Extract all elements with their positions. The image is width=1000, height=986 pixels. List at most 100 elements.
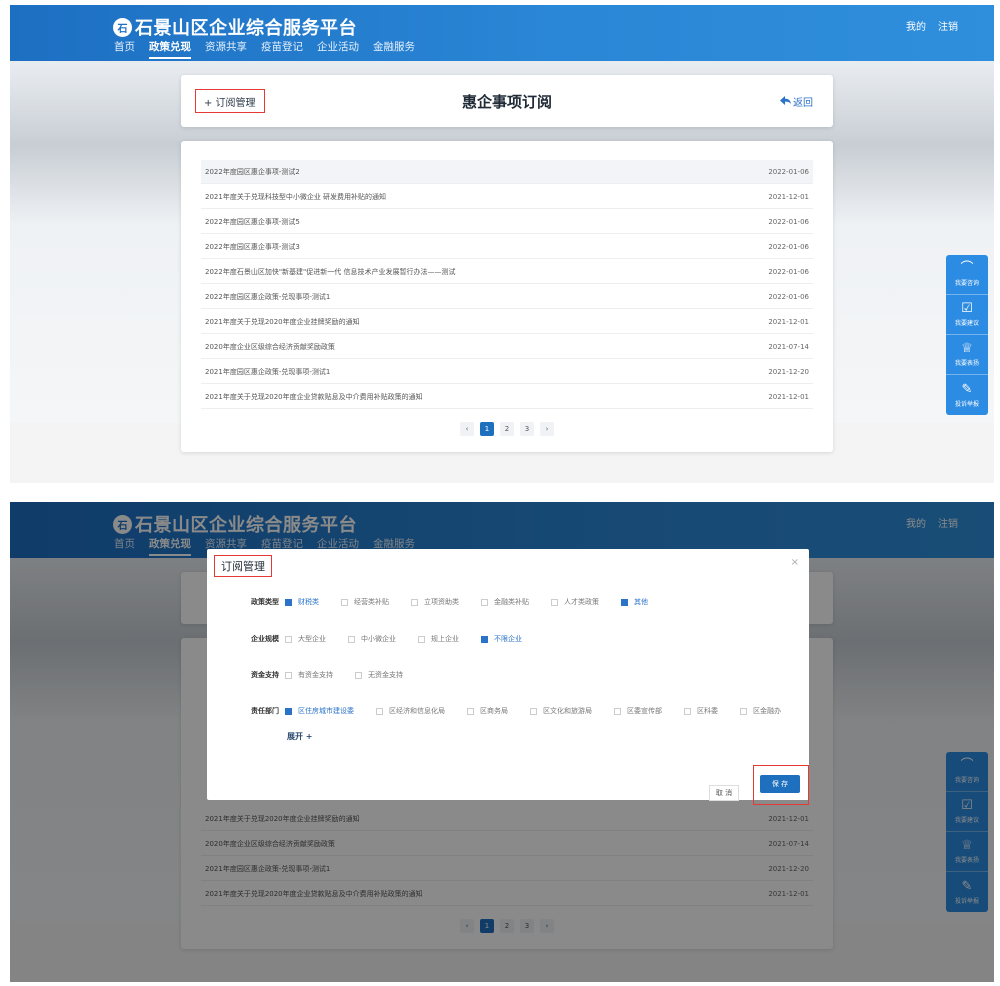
nav-vaccine[interactable]: 疫苗登记 bbox=[261, 39, 303, 59]
consult-button[interactable]: ⌒ 我要咨询 bbox=[946, 255, 988, 295]
list-item-title[interactable]: 2021年度园区惠企政策-兑现事项-测试1 bbox=[205, 367, 330, 377]
list-item[interactable]: 2021年度关于兑现2020年度企业贷款贴息及中介费用补贴政策的通知 2021-… bbox=[201, 385, 813, 409]
expand-departments-button[interactable]: 展开 + bbox=[287, 731, 313, 742]
checkbox-icon[interactable] bbox=[614, 707, 621, 715]
funding-option[interactable]: 有资金支持 bbox=[285, 670, 333, 680]
save-button[interactable]: 保 存 bbox=[760, 775, 800, 793]
list-item-title[interactable]: 2022年度园区惠企政策-兑现事项-测试1 bbox=[205, 292, 330, 302]
department-option[interactable]: 区住房城市建设委 bbox=[285, 706, 354, 716]
my-account-link[interactable]: 我的 bbox=[906, 18, 926, 33]
policy-type-option[interactable]: 立项资助类 bbox=[411, 597, 459, 607]
list-item[interactable]: 2022年度园区惠企事项-测试5 2022-01-06 bbox=[201, 210, 813, 234]
policy-type-option[interactable]: 人才类政策 bbox=[551, 597, 599, 607]
page-button-2[interactable]: 2 bbox=[500, 422, 514, 436]
enterprise-scale-option[interactable]: 规上企业 bbox=[418, 634, 459, 644]
list-item[interactable]: 2021年度关于兑现2020年度企业挂牌奖励的通知 2021-12-01 bbox=[201, 310, 813, 334]
suggest-button[interactable]: ☑ 我要建议 bbox=[946, 295, 988, 335]
enterprise-scale-option[interactable]: 中小微企业 bbox=[348, 634, 396, 644]
list-item-title[interactable]: 2022年度石景山区加快"新基建"促进新一代 信息技术产业发展暂行办法——测试 bbox=[205, 267, 455, 277]
enterprise-scale-option[interactable]: 大型企业 bbox=[285, 634, 326, 644]
page-button-1[interactable]: 1 bbox=[480, 422, 494, 436]
department-row: 责任部门 区住房城市建设委 区经济和信息化局 区商务局 区文化和旅游局 区委宣传… bbox=[251, 706, 781, 716]
policy-type-option[interactable]: 财税类 bbox=[285, 597, 319, 607]
enterprise-scale-option[interactable]: 不限企业 bbox=[481, 634, 522, 644]
nav-home[interactable]: 首页 bbox=[114, 39, 135, 59]
list-item-title[interactable]: 2021年度关于兑现2020年度企业挂牌奖励的通知 bbox=[205, 317, 360, 327]
list-item[interactable]: 2022年度石景山区加快"新基建"促进新一代 信息技术产业发展暂行办法——测试 … bbox=[201, 260, 813, 284]
checkbox-icon[interactable] bbox=[740, 707, 747, 715]
checkbox-icon[interactable] bbox=[376, 707, 383, 715]
department-option[interactable]: 区金融办 bbox=[740, 706, 781, 716]
list-item-date: 2022-01-06 bbox=[768, 267, 809, 276]
page-button-3[interactable]: 3 bbox=[520, 422, 534, 436]
nav-resources[interactable]: 资源共享 bbox=[205, 39, 247, 59]
logout-link[interactable]: 注销 bbox=[938, 18, 958, 33]
list-item[interactable]: 2022年度园区惠企事项-测试2 2022-01-06 bbox=[201, 160, 813, 184]
consult-label: 我要咨询 bbox=[954, 280, 979, 287]
option-label: 区委宣传部 bbox=[627, 707, 662, 715]
checkbox-icon[interactable] bbox=[285, 635, 292, 643]
list-item-title[interactable]: 2022年度园区惠企事项-测试5 bbox=[205, 217, 300, 227]
list-item-date: 2021-12-20 bbox=[768, 367, 809, 376]
department-option[interactable]: 区经济和信息化局 bbox=[376, 706, 445, 716]
screenshot-modal: 石 石景山区企业综合服务平台 首页 政策兑现 资源共享 疫苗登记 企业活动 金融… bbox=[10, 502, 994, 982]
nav-events[interactable]: 企业活动 bbox=[317, 39, 359, 59]
nav-policy[interactable]: 政策兑现 bbox=[149, 39, 191, 59]
option-label: 不限企业 bbox=[494, 635, 522, 643]
list-item-date: 2022-01-06 bbox=[768, 167, 809, 176]
checkbox-checked-icon[interactable] bbox=[481, 635, 488, 643]
option-label: 人才类政策 bbox=[564, 598, 599, 606]
checkbox-icon[interactable] bbox=[341, 598, 348, 606]
list-item[interactable]: 2022年度园区惠企政策-兑现事项-测试1 2022-01-06 bbox=[201, 285, 813, 309]
list-item[interactable]: 2021年度园区惠企政策-兑现事项-测试1 2021-12-20 bbox=[201, 360, 813, 384]
checkbox-icon[interactable] bbox=[530, 707, 537, 715]
close-icon[interactable]: × bbox=[791, 557, 799, 568]
checkbox-icon[interactable] bbox=[285, 671, 292, 679]
department-option[interactable]: 区文化和旅游局 bbox=[530, 706, 592, 716]
list-item[interactable]: 2020年度企业区级综合经济贡献奖励政策 2021-07-14 bbox=[201, 335, 813, 359]
department-option[interactable]: 区科委 bbox=[684, 706, 718, 716]
praise-button[interactable]: ♕ 我要表扬 bbox=[946, 335, 988, 375]
policy-type-option[interactable]: 金融类补贴 bbox=[481, 597, 529, 607]
checkbox-icon[interactable] bbox=[467, 707, 474, 715]
checkbox-checked-icon[interactable] bbox=[285, 598, 292, 606]
list-item[interactable]: 2021年度关于兑现科技型中小微企业 研发费用补贴的通知 2021-12-01 bbox=[201, 185, 813, 209]
list-item-title[interactable]: 2022年度园区惠企事项-测试2 bbox=[205, 167, 300, 177]
nav-finance[interactable]: 金融服务 bbox=[373, 39, 415, 59]
modal-title: 订阅管理 bbox=[214, 555, 272, 577]
list-item-title[interactable]: 2021年度关于兑现2020年度企业贷款贴息及中介费用补贴政策的通知 bbox=[205, 392, 423, 402]
list-item-title[interactable]: 2020年度企业区级综合经济贡献奖励政策 bbox=[205, 342, 335, 352]
cancel-button[interactable]: 取 消 bbox=[709, 785, 739, 801]
checkbox-icon[interactable] bbox=[348, 635, 355, 643]
list-item-title[interactable]: 2021年度关于兑现科技型中小微企业 研发费用补贴的通知 bbox=[205, 192, 386, 202]
back-button[interactable]: 返回 bbox=[780, 94, 813, 109]
prev-page-button[interactable]: ‹ bbox=[460, 422, 474, 436]
checkbox-icon[interactable] bbox=[355, 671, 362, 679]
checkbox-checked-icon[interactable] bbox=[621, 598, 628, 606]
checkbox-icon[interactable] bbox=[684, 707, 691, 715]
report-icon: ✎ bbox=[961, 381, 973, 397]
checkbox-icon[interactable] bbox=[411, 598, 418, 606]
next-page-button[interactable]: › bbox=[540, 422, 554, 436]
complaint-button[interactable]: ✎ 投诉举报 bbox=[946, 375, 988, 415]
option-label: 区经济和信息化局 bbox=[389, 707, 445, 715]
save-button-highlight: 保 存 bbox=[753, 765, 809, 805]
checkbox-icon[interactable] bbox=[481, 598, 488, 606]
page-title: 惠企事项订阅 bbox=[461, 93, 552, 111]
policy-type-option[interactable]: 经营类补贴 bbox=[341, 597, 389, 607]
option-label: 无资金支持 bbox=[368, 671, 403, 679]
list-item[interactable]: 2022年度园区惠企事项-测试3 2022-01-06 bbox=[201, 235, 813, 259]
department-option[interactable]: 区商务局 bbox=[467, 706, 508, 716]
list-item-title[interactable]: 2022年度园区惠企事项-测试3 bbox=[205, 242, 300, 252]
department-option[interactable]: 区委宣传部 bbox=[614, 706, 662, 716]
policy-type-option[interactable]: 其他 bbox=[621, 597, 648, 607]
policy-type-label: 政策类型 bbox=[251, 598, 279, 606]
checkbox-icon[interactable] bbox=[418, 635, 425, 643]
option-label: 立项资助类 bbox=[424, 598, 459, 606]
checkbox-icon[interactable] bbox=[551, 598, 558, 606]
enterprise-scale-row: 企业规模 大型企业 中小微企业 规上企业 不限企业 bbox=[251, 634, 544, 644]
pagination: ‹ 1 2 3 › bbox=[181, 422, 833, 436]
site-logo[interactable]: 石 石景山区企业综合服务平台 bbox=[113, 14, 357, 40]
funding-option[interactable]: 无资金支持 bbox=[355, 670, 403, 680]
checkbox-checked-icon[interactable] bbox=[285, 707, 292, 715]
